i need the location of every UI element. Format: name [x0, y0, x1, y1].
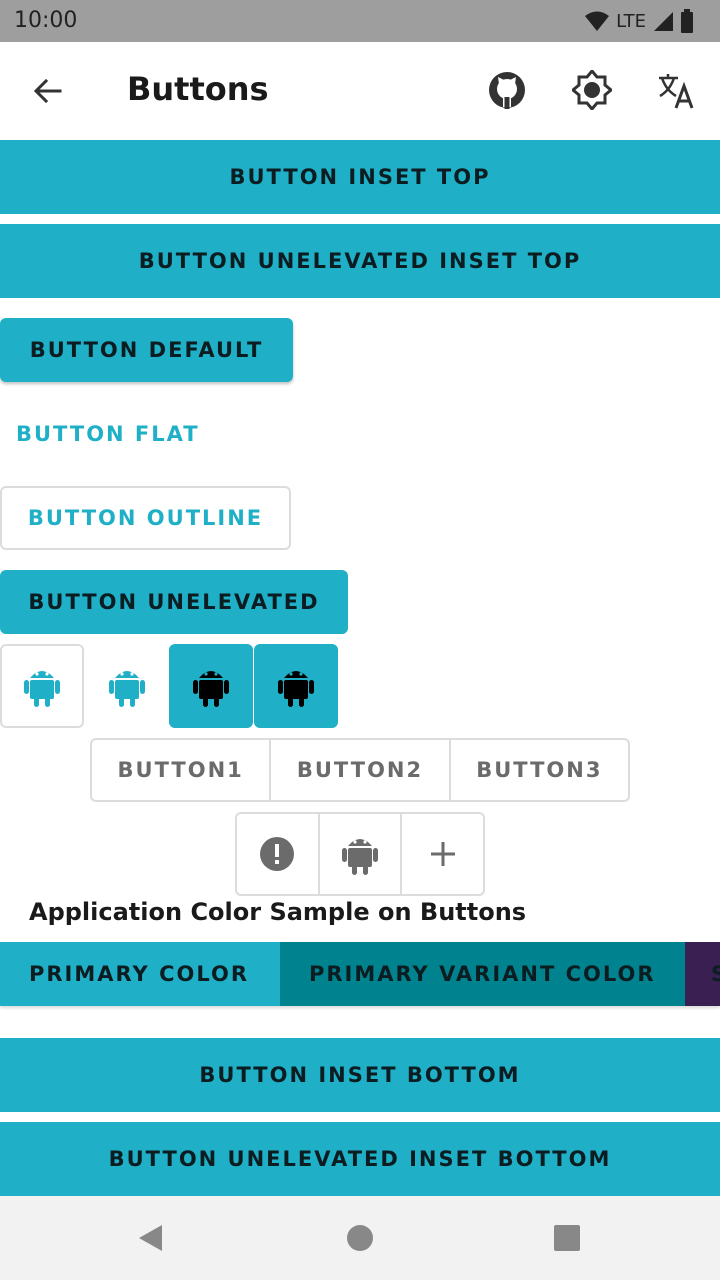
plus-icon	[430, 842, 455, 866]
status-icons: LTE	[584, 9, 694, 33]
page-title: Buttons	[127, 70, 269, 108]
nav-back-button[interactable]	[128, 1216, 172, 1260]
nav-recents-button[interactable]	[545, 1216, 589, 1260]
button-inset-top[interactable]: BUTTON INSET TOP	[0, 140, 720, 214]
alert-icon	[260, 837, 295, 871]
battery-icon	[681, 9, 693, 33]
toggle-alert[interactable]	[237, 814, 320, 894]
brightness-icon	[570, 68, 614, 112]
navigation-bar	[0, 1196, 720, 1280]
back-button[interactable]	[26, 69, 70, 113]
recents-square-icon	[554, 1225, 580, 1251]
android-icon	[193, 671, 229, 707]
status-time: 10:00	[14, 8, 78, 33]
primary-variant-color-button[interactable]: PRIMARY VARIANT COLOR	[280, 942, 685, 1006]
button-inset-bottom[interactable]: BUTTON INSET BOTTOM	[0, 1038, 720, 1112]
toggle-android[interactable]	[320, 814, 403, 894]
toggle-button2[interactable]: BUTTON2	[271, 740, 451, 800]
android-icon	[278, 671, 314, 707]
brightness-button[interactable]	[570, 68, 614, 112]
color-sample-row: PRIMARY COLOR PRIMARY VARIANT COLOR S	[0, 942, 720, 1006]
back-triangle-icon	[139, 1225, 162, 1251]
button-default[interactable]: BUTTON DEFAULT	[0, 318, 293, 382]
github-button[interactable]	[487, 70, 527, 110]
android-icon	[24, 671, 60, 707]
network-label: LTE	[616, 10, 646, 32]
nav-home-button[interactable]	[338, 1216, 382, 1260]
primary-color-button[interactable]: PRIMARY COLOR	[0, 942, 280, 1006]
icon-button-filled[interactable]	[169, 644, 253, 728]
wifi-icon	[585, 11, 610, 31]
button-flat[interactable]: BUTTON FLAT	[0, 404, 220, 464]
toggle-button3[interactable]: BUTTON3	[451, 740, 628, 800]
secondary-color-button[interactable]: S	[685, 942, 720, 1006]
toggle-group: BUTTON1 BUTTON2 BUTTON3	[90, 738, 630, 802]
app-bar: Buttons	[0, 42, 720, 140]
button-unelevated-inset-top[interactable]: BUTTON UNELEVATED INSET TOP	[0, 224, 720, 298]
section-title: Application Color Sample on Buttons	[29, 898, 527, 926]
back-arrow-icon	[33, 78, 62, 104]
android-icon	[342, 839, 378, 875]
home-circle-icon	[347, 1225, 373, 1251]
toggle-add[interactable]	[402, 814, 483, 894]
signal-icon	[654, 12, 673, 31]
status-bar: 10:00 LTE	[0, 0, 720, 42]
button-unelevated-inset-bottom[interactable]: BUTTON UNELEVATED INSET BOTTOM	[0, 1122, 720, 1196]
button-unelevated[interactable]: BUTTON UNELEVATED	[0, 570, 348, 634]
icon-toggle-group	[235, 812, 485, 896]
icon-button-outline[interactable]	[0, 644, 84, 728]
translate-icon	[659, 74, 694, 109]
icon-button-flat[interactable]	[85, 644, 169, 728]
button-outline[interactable]: BUTTON OUTLINE	[0, 486, 291, 550]
android-icon	[109, 671, 145, 707]
toggle-button1[interactable]: BUTTON1	[92, 740, 272, 800]
github-icon	[489, 72, 525, 109]
translate-button[interactable]	[656, 70, 696, 110]
icon-button-unelevated[interactable]	[254, 644, 338, 728]
